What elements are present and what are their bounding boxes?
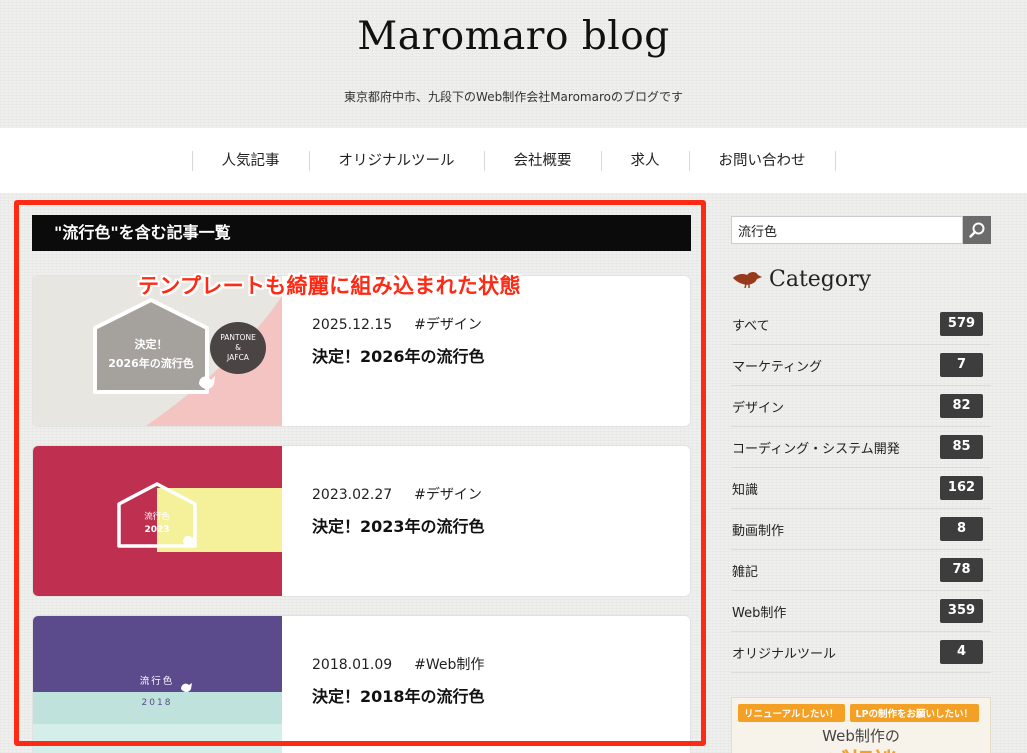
post-date: 2018.01.09 (312, 657, 393, 673)
category-count-badge: 8 (940, 517, 983, 541)
category-name[interactable]: 動画制作 (732, 520, 784, 539)
category-item[interactable]: 動画制作 8 (731, 509, 991, 550)
post-date: 2023.02.27 (312, 487, 393, 503)
post-meta: 2025.12.15 #デザイン (312, 314, 482, 334)
thumb-badge-line3: JAFCA (226, 353, 250, 362)
category-item[interactable]: Web制作 359 (731, 591, 991, 632)
category-name[interactable]: マーケティング (732, 356, 822, 375)
post-tag[interactable]: #デザイン (414, 487, 482, 503)
category-item[interactable]: 雑記 78 (731, 550, 991, 591)
category-item[interactable]: コーディング・システム開発 85 (731, 427, 991, 468)
category-count-badge: 82 (940, 394, 983, 418)
site-header: Maromaro blog 東京都府中市、九段下のWeb制作会社Maromaro… (0, 0, 1027, 128)
search-input[interactable] (731, 216, 963, 244)
thumb-badge-line1: PANTONE (220, 333, 256, 342)
category-name[interactable]: 知識 (732, 479, 758, 498)
thumb-line1: 流行色 (144, 511, 170, 522)
consultation-banner[interactable]: リニューアルしたい！ LPの制作をお願いしたい！ Web制作の ご相談 (731, 697, 991, 753)
category-item[interactable]: すべて 579 (731, 304, 991, 345)
category-count-badge: 359 (940, 599, 983, 623)
thumb-line1: 流行色 (140, 675, 175, 687)
banner-subtitle: ご相談 (732, 742, 990, 753)
nav-original-tools[interactable]: オリジナルツール (308, 150, 484, 171)
category-name[interactable]: デザイン (732, 397, 784, 416)
category-count-badge: 579 (940, 312, 983, 336)
post-title[interactable]: 決定！2018年の流行色 (312, 683, 485, 707)
category-name[interactable]: 雑記 (732, 561, 758, 580)
post-tag[interactable]: #Web制作 (414, 657, 484, 673)
thumb-line2: 2023 (144, 525, 169, 535)
category-count-badge: 85 (940, 435, 983, 459)
category-item[interactable]: マーケティング 7 (731, 345, 991, 386)
banner-pills: リニューアルしたい！ LPの制作をお願いしたい！ (738, 704, 980, 722)
nav-recruit[interactable]: 求人 (600, 150, 689, 171)
category-item[interactable]: デザイン 82 (731, 386, 991, 427)
category-item[interactable]: 知識 162 (731, 468, 991, 509)
nav-contact[interactable]: お問い合わせ (688, 150, 836, 171)
archive-heading: "流行色"を含む記事一覧 (32, 215, 691, 251)
post-card[interactable]: 流行色 2018 2018.01.09 #Web制作 決定！2018年の流行色 (32, 615, 691, 753)
post-title[interactable]: 決定！2023年の流行色 (312, 513, 485, 537)
category-count-badge: 78 (940, 558, 983, 582)
category-heading: Category (731, 263, 871, 295)
nav-popular-articles[interactable]: 人気記事 (191, 150, 309, 171)
post-date: 2025.12.15 (312, 317, 393, 333)
thumbnail-2018-graphic: 流行色 2018 (33, 616, 282, 753)
annotation-note: テンプレートも綺麗に組み込まれた状態 (138, 274, 521, 298)
category-name[interactable]: Web制作 (732, 602, 786, 621)
thumbnail-2023-graphic: 流行色 2023 (33, 446, 282, 596)
thumb-badge-line2: & (235, 343, 241, 352)
banner-pill: LPの制作をお願いしたい！ (849, 704, 980, 722)
thumb-line2: 2018 (142, 698, 173, 708)
category-name[interactable]: オリジナルツール (732, 643, 836, 662)
category-list: すべて 579 マーケティング 7 デザイン 82 コーディング・システム開発 85 知… (731, 304, 991, 673)
site-description: 東京都府中市、九段下のWeb制作会社Maromaroのブログです (344, 90, 683, 104)
archive-main: "流行色"を含む記事一覧 決定！ 2026年の流行色 PANTONE & JAF… (32, 215, 691, 753)
category-count-badge: 7 (940, 353, 983, 377)
post-thumbnail[interactable]: 流行色 2023 (33, 446, 282, 596)
global-nav: 人気記事 オリジナルツール 会社概要 求人 お問い合わせ (0, 128, 1027, 193)
thumb-line1: 決定！ (135, 337, 168, 351)
thumb-line2: 2026年の流行色 (108, 356, 194, 370)
post-meta: 2018.01.09 #Web制作 (312, 654, 484, 674)
search-form (731, 216, 991, 244)
banner-pill: リニューアルしたい！ (738, 704, 845, 722)
post-meta: 2023.02.27 #デザイン (312, 484, 482, 504)
post-thumbnail[interactable]: 流行色 2018 (33, 616, 282, 753)
category-item[interactable]: オリジナルツール 4 (731, 632, 991, 673)
site-title[interactable]: Maromaro blog (0, 14, 1027, 59)
post-title[interactable]: 決定！2026年の流行色 (312, 343, 485, 367)
category-count-badge: 4 (940, 640, 983, 664)
post-card[interactable]: 流行色 2023 2023.02.27 #デザイン 決定！2023年の流行色 (32, 445, 691, 597)
category-heading-label: Category (769, 266, 872, 292)
search-icon (969, 222, 985, 238)
post-tag[interactable]: #デザイン (414, 317, 482, 333)
category-name[interactable]: すべて (732, 315, 770, 334)
category-count-badge: 162 (940, 476, 983, 500)
search-button[interactable] (963, 216, 991, 244)
nav-company[interactable]: 会社概要 (483, 150, 601, 171)
category-name[interactable]: コーディング・システム開発 (732, 438, 900, 457)
bird-icon (733, 272, 762, 289)
